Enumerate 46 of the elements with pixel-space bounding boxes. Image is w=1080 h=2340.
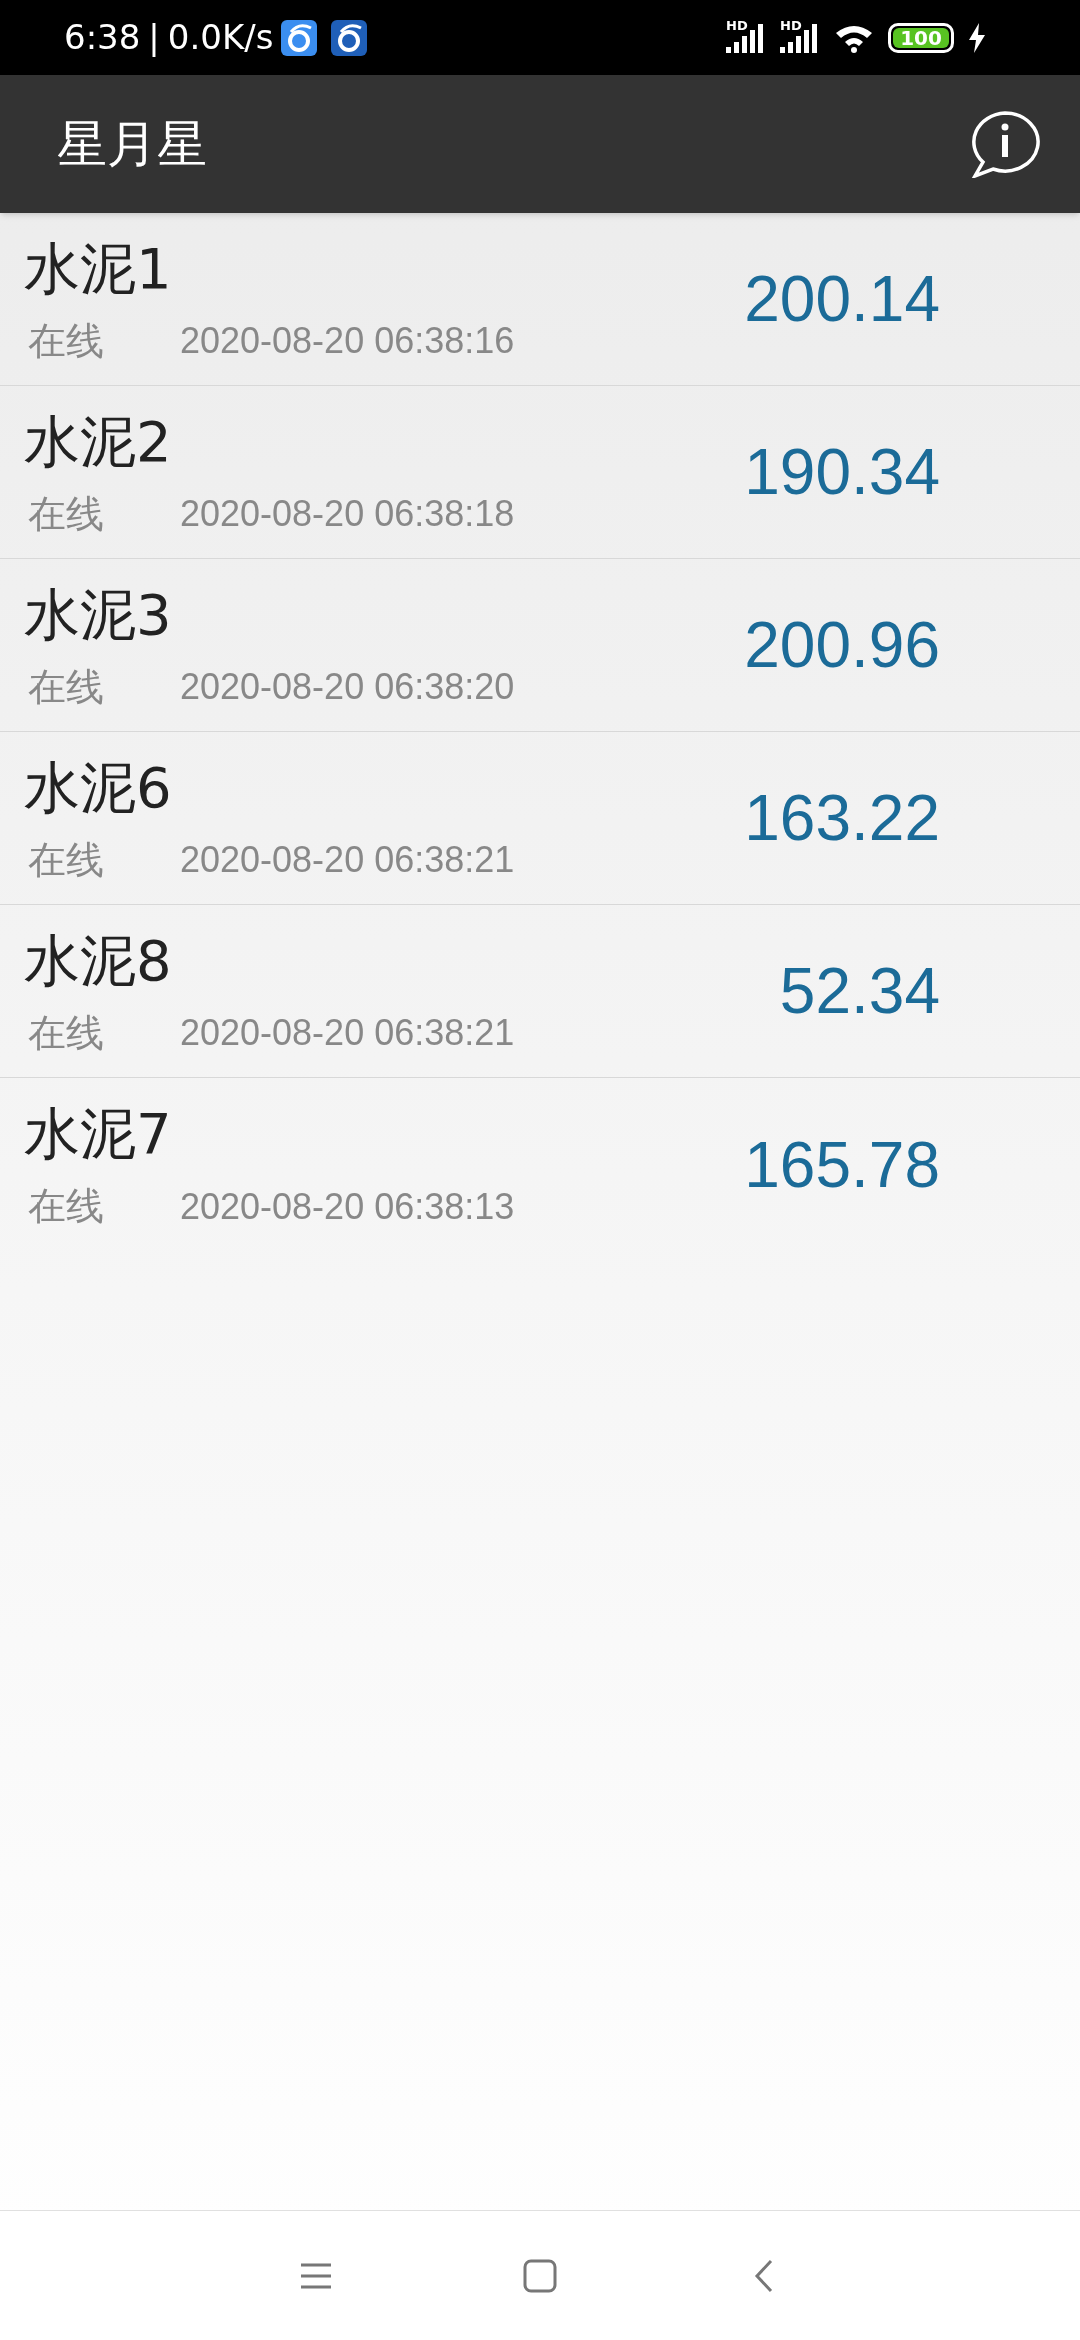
device-name: 水泥8 (24, 926, 173, 995)
hd-label: HD (726, 18, 748, 32)
signal-icon (726, 22, 766, 53)
device-status: 在线 (28, 836, 105, 884)
network-speed: 0.0K/s (167, 16, 274, 59)
home-icon (523, 2258, 557, 2293)
clock: 6:38 (64, 16, 141, 59)
device-row[interactable]: 水泥6 在线 2020-08-20 06:38:21 163.22 (0, 732, 1080, 905)
app-icon (281, 19, 318, 56)
device-name: 水泥2 (24, 407, 173, 476)
device-status: 在线 (28, 317, 105, 365)
device-name: 水泥3 (24, 580, 173, 649)
device-name: 水泥6 (24, 753, 173, 822)
device-value: 190.34 (744, 435, 940, 510)
device-name: 水泥1 (24, 234, 173, 303)
charging-icon (968, 22, 986, 53)
signal-icon (780, 22, 820, 53)
info-icon (969, 110, 1041, 178)
device-value: 200.14 (744, 262, 940, 337)
app-icon (331, 19, 368, 56)
device-timestamp: 2020-08-20 06:38:18 (180, 492, 515, 536)
device-timestamp: 2020-08-20 06:38:20 (180, 665, 515, 709)
separator: | (148, 16, 160, 59)
device-status: 在线 (28, 1009, 105, 1057)
device-name: 水泥7 (24, 1100, 173, 1168)
device-status: 在线 (28, 490, 105, 538)
device-timestamp: 2020-08-20 06:38:21 (180, 838, 515, 882)
device-value: 200.96 (744, 608, 940, 683)
device-timestamp: 2020-08-20 06:38:21 (180, 1011, 515, 1055)
device-timestamp: 2020-08-20 06:38:16 (180, 319, 515, 363)
device-value: 165.78 (744, 1127, 940, 1203)
device-row[interactable]: 水泥2 在线 2020-08-20 06:38:18 190.34 (0, 386, 1080, 559)
device-row[interactable]: 水泥8 在线 2020-08-20 06:38:21 52.34 (0, 905, 1080, 1078)
battery-indicator: 100 (888, 22, 954, 53)
app-title: 星月星 (57, 113, 207, 175)
device-status: 在线 (28, 663, 105, 711)
back-icon (754, 2258, 774, 2293)
device-status: 在线 (28, 1183, 105, 1230)
device-row[interactable]: 水泥3 在线 2020-08-20 06:38:20 200.96 (0, 559, 1080, 732)
device-row[interactable]: 水泥1 在线 2020-08-20 06:38:16 200.14 (0, 213, 1080, 386)
device-value: 163.22 (744, 781, 940, 856)
menu-icon (299, 2261, 333, 2290)
device-timestamp: 2020-08-20 06:38:13 (180, 1184, 515, 1229)
device-value: 52.34 (779, 954, 940, 1029)
hd-label: HD (780, 18, 802, 32)
device-row[interactable]: 水泥7 在线 2020-08-20 06:38:13 165.78 (0, 1078, 1080, 1251)
